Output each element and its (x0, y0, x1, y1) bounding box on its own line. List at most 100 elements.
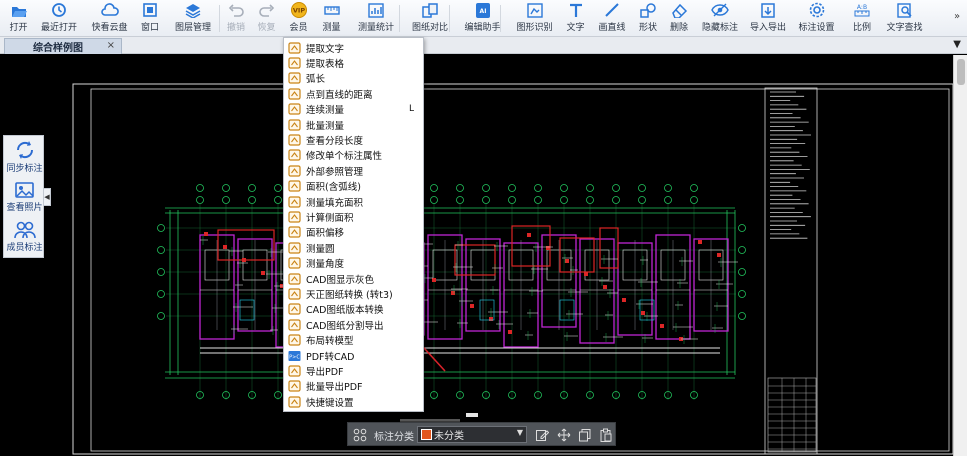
toolbar-button-label: 快看云盘 (91, 23, 128, 33)
menu-item-pdf-to-cad[interactable]: P>C PDF转CAD (284, 348, 423, 363)
move-icon[interactable] (557, 428, 571, 442)
svg-text:VIP: VIP (292, 7, 304, 15)
menu-item-gray-display[interactable]: CAD图显示灰色 (284, 271, 423, 286)
annotation-settings-icon (808, 2, 826, 18)
tab-list-dropdown-icon[interactable]: ▼ (953, 39, 961, 50)
menu-item-measure-angle[interactable]: 测量角度 (284, 256, 423, 271)
menu-item-label: 查看分段长度 (306, 135, 364, 147)
menu-item-tangent-convert[interactable]: 天正图纸转换 (转t3) (284, 286, 423, 301)
toolbar-button-hide-eye[interactable]: 隐藏标注 (692, 2, 748, 35)
toolbar-button-import-export[interactable]: 导入导出 (742, 2, 794, 35)
toolbar-button-label: 比例 (852, 23, 871, 33)
menu-item-point-line-distance[interactable]: 点到直线的距离 (284, 86, 423, 101)
toolbar-button-label: 图形识别 (516, 23, 553, 33)
menu-item-label: CAD图纸分割导出 (306, 320, 384, 332)
toolbar-separator (219, 5, 220, 32)
toolbar-separator (399, 5, 400, 32)
members-icon (13, 221, 36, 239)
menu-item-xref-manage[interactable]: 外部参照管理 (284, 163, 423, 178)
main-toolbar: 打开 最近打开 快看云盘 窗口 图层管理 撤销 恢复 VIP 会员 测量 测量统… (0, 0, 967, 37)
split-export-icon (287, 319, 301, 331)
category-select[interactable]: 未分类 ▼ (417, 426, 527, 443)
measure-stats-icon (367, 2, 385, 18)
menu-item-batch-export-pdf[interactable]: 批量导出PDF (284, 379, 423, 394)
app-window: 打开 最近打开 快看云盘 窗口 图层管理 撤销 恢复 VIP 会员 测量 测量统… (0, 0, 967, 456)
category-label: 标注分类 (374, 432, 414, 443)
scrollbar-thumb[interactable] (957, 59, 965, 85)
grid-icon[interactable] (353, 428, 367, 442)
compare-icon (421, 2, 439, 18)
tab-document[interactable]: 综合样例图 × (4, 38, 122, 54)
import-export-icon (759, 2, 777, 18)
member-annotation-button[interactable]: 成员标注 (4, 220, 45, 253)
menu-item-label: 点到直线的距离 (306, 89, 373, 101)
menu-item-extract-text[interactable]: 提取文字 (284, 40, 423, 55)
menu-item-shortcut-settings[interactable]: 快捷键设置 (284, 394, 423, 409)
menu-item-label: 快捷键设置 (306, 397, 354, 409)
text-tool-icon (567, 2, 585, 18)
menu-item-export-pdf[interactable]: 导出PDF (284, 363, 423, 378)
toolbar-button-measure-stats[interactable]: 测量统计 (345, 2, 407, 35)
menu-item-measure-circle[interactable]: 测量圆 (284, 240, 423, 255)
menu-item-label: 导出PDF (306, 366, 344, 378)
toolbar-button-label: 恢复 (257, 23, 276, 33)
menu-item-edit-annotation[interactable]: 修改单个标注属性 (284, 148, 423, 163)
view-photos-button[interactable]: 查看照片 (4, 180, 45, 213)
menu-item-area-arc[interactable]: 面积(含弧线) (284, 179, 423, 194)
point-line-distance-icon (287, 88, 301, 100)
text-search-icon (896, 2, 914, 18)
cad-drawing (72, 83, 954, 455)
menu-item-version-convert[interactable]: CAD图纸版本转换 (284, 302, 423, 317)
sidepanel-label: 查看照片 (6, 203, 43, 213)
toolbar-button-label: 窗口 (140, 23, 159, 33)
menu-item-side-area[interactable]: 计算侧面积 (284, 209, 423, 224)
toolbar-button-history-clock[interactable]: 最近打开 (31, 2, 87, 35)
scale-ratio-icon: A:B (853, 2, 871, 18)
fill-area-icon (287, 195, 301, 208)
toolbar-button-layers[interactable]: 图层管理 (162, 2, 224, 35)
measure-dropdown-menu: 提取文字 提取表格 弧长 点到直线的距离 连续测量 L 批量测量 查看分段长度 (283, 37, 424, 412)
sync-annotation-button[interactable]: 同步标注 (4, 139, 45, 174)
menu-item-extract-table[interactable]: 提取表格 (284, 55, 423, 70)
menu-item-label: 提取文字 (306, 43, 345, 55)
toolbar-button-annotation-settings[interactable]: 标注设置 (788, 2, 845, 35)
menu-item-layout-to-model[interactable]: 布局转模型 (284, 333, 423, 348)
menu-item-fill-area[interactable]: 测量填充面积 (284, 194, 423, 209)
folder-open-icon (10, 2, 28, 18)
measure-ruler-icon (323, 2, 341, 18)
menu-item-area-offset[interactable]: 面积偏移 (284, 225, 423, 240)
toolbar-button-draw-line[interactable]: 画直线 (588, 2, 636, 35)
tab-close-icon[interactable]: × (107, 40, 115, 51)
toolbar-button-edit-assistant[interactable]: AI 编辑助手 (453, 2, 512, 35)
toolbar-separator (500, 5, 501, 32)
edit-icon[interactable] (535, 428, 549, 442)
pdf-to-cad-icon: P>C (287, 350, 301, 362)
menu-item-segment-length[interactable]: 查看分段长度 (284, 132, 423, 147)
vertical-scrollbar[interactable] (953, 55, 967, 456)
collapse-panel-icon[interactable]: ◀ (44, 188, 51, 206)
toolbar-button-text-search[interactable]: 文字查找 (879, 2, 930, 35)
toolbar-button-label: 打开 (9, 23, 28, 33)
measure-angle-icon (287, 257, 301, 269)
copy-icon[interactable] (578, 428, 592, 442)
edit-assistant-icon: AI (474, 2, 492, 18)
toolbar-button-label: 图层管理 (174, 23, 211, 33)
menu-item-label: 面积偏移 (306, 228, 345, 240)
menu-item-continuous-measure[interactable]: 连续测量 L (284, 102, 423, 117)
sidepanel-label: 同步标注 (6, 164, 43, 174)
paste-icon[interactable] (599, 428, 613, 442)
cad-drawing-canvas[interactable] (0, 55, 954, 456)
toolbar-button-cloud[interactable]: 快看云盘 (81, 2, 138, 35)
menu-item-split-export[interactable]: CAD图纸分割导出 (284, 317, 423, 332)
menu-item-batch-measure[interactable]: 批量测量 (284, 117, 423, 132)
menu-item-arc-length[interactable]: 弧长 (284, 71, 423, 86)
measure-circle-icon (287, 242, 301, 254)
menu-item-label: 天正图纸转换 (转t3) (306, 289, 393, 301)
toolbar-button-compare[interactable]: 图纸对比 (401, 2, 459, 35)
toolbar-button-label: 形状 (638, 23, 657, 33)
batch-export-pdf-icon (287, 380, 301, 392)
toolbar-button-shape-recognize[interactable]: 图形识别 (506, 2, 563, 35)
toolbar-overflow-icon[interactable]: » (954, 11, 960, 22)
side-area-icon (287, 211, 301, 223)
xref-manage-icon (287, 165, 301, 177)
